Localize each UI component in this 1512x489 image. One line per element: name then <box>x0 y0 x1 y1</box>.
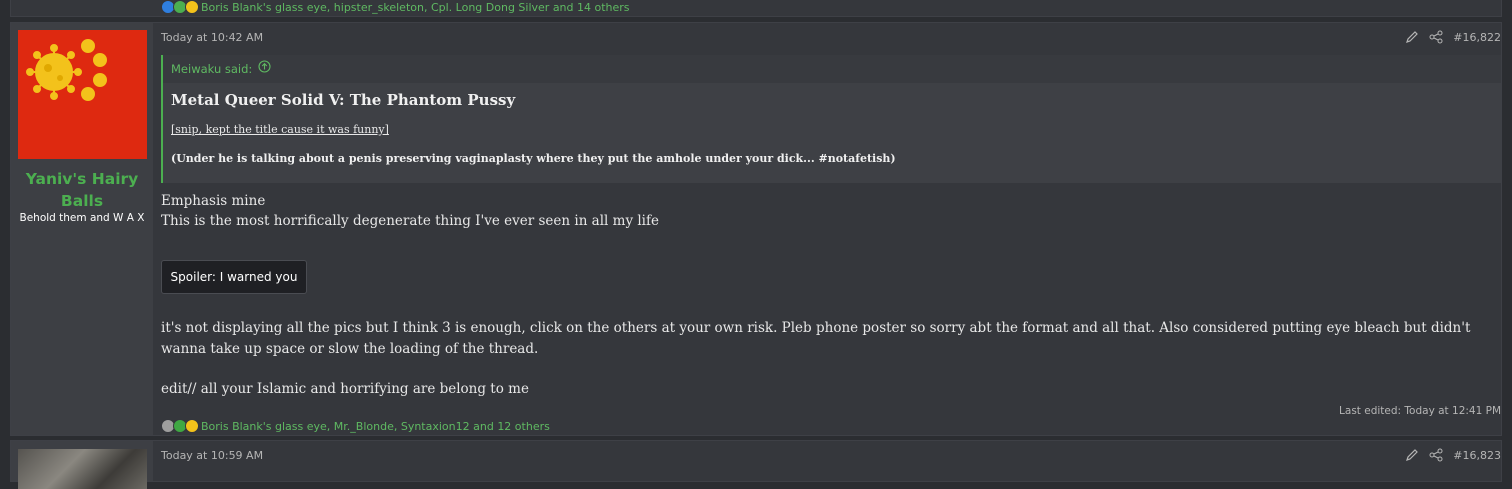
avatar[interactable] <box>18 449 147 489</box>
reactions-bar[interactable]: Boris Blank's glass eye, Mr._Blonde, Syn… <box>161 419 550 433</box>
degenerate-line: This is the most horrifically degenerate… <box>161 213 659 229</box>
spoiler-button[interactable]: Spoiler: I warned you <box>161 260 307 294</box>
last-edited: Last edited: Today at 12:41 PM <box>1339 405 1501 417</box>
post-paragraph: it's not displaying all the pics but I t… <box>161 320 1471 357</box>
edit-icon[interactable] <box>1405 448 1419 462</box>
post-timestamp[interactable]: Today at 10:59 AM <box>161 449 263 462</box>
post-actions: #16,823 <box>1405 448 1501 462</box>
post-number[interactable]: #16,822 <box>1453 31 1501 44</box>
laughing-face-icon <box>185 419 199 433</box>
username[interactable]: Yaniv's Hairy Balls <box>11 168 153 212</box>
post-actions: #16,822 <box>1405 30 1501 44</box>
laughing-face-icon <box>185 0 199 14</box>
edit-icon[interactable] <box>1405 30 1419 44</box>
share-icon[interactable] <box>1429 30 1443 44</box>
arrow-up-circle-icon[interactable] <box>258 55 271 83</box>
quote-title: Metal Queer Solid V: The Phantom Pussy <box>171 91 516 109</box>
virus-flag-avatar-icon <box>26 39 107 101</box>
reaction-icons <box>161 0 199 14</box>
user-sidebar: Yaniv's Hairy Balls Behold them and W A … <box>11 23 153 435</box>
quote-body: Metal Queer Solid V: The Phantom Pussy [… <box>163 83 1501 171</box>
quote-block: Meiwaku said: Metal Queer Solid V: The P… <box>161 55 1501 183</box>
post-content: Today at 10:59 AM #16,823 <box>161 441 1501 481</box>
post-content: Today at 10:42 AM #16,822 Meiwaku said: … <box>161 23 1501 435</box>
user-sidebar <box>11 441 153 489</box>
post-number[interactable]: #16,823 <box>1453 449 1501 462</box>
quote-author[interactable]: Meiwaku said: <box>171 55 252 83</box>
reactions-bar[interactable]: Boris Blank's glass eye, hipster_skeleto… <box>161 0 630 14</box>
quote-header[interactable]: Meiwaku said: <box>163 55 1501 83</box>
emphasis-line: Emphasis mine <box>161 193 266 209</box>
post-intro: Emphasis mine This is the most horrifica… <box>161 191 659 231</box>
reaction-icons <box>161 419 199 433</box>
previous-post: Boris Blank's glass eye, hipster_skeleto… <box>10 0 1502 17</box>
post-16823: Today at 10:59 AM #16,823 <box>10 440 1502 489</box>
post-16822: Yaniv's Hairy Balls Behold them and W A … <box>10 22 1502 436</box>
quote-note: (Under he is talking about a penis prese… <box>171 152 896 165</box>
quote-snip: [snip, kept the title cause it was funny… <box>171 123 389 136</box>
share-icon[interactable] <box>1429 448 1443 462</box>
user-title: Behold them and W A X <box>19 212 145 224</box>
reactions-text[interactable]: Boris Blank's glass eye, Mr._Blonde, Syn… <box>201 420 550 433</box>
avatar[interactable] <box>18 30 147 159</box>
post-edit-note: edit// all your Islamic and horrifying a… <box>161 381 529 397</box>
reactions-text[interactable]: Boris Blank's glass eye, hipster_skeleto… <box>201 1 630 14</box>
post-timestamp[interactable]: Today at 10:42 AM <box>161 31 263 44</box>
